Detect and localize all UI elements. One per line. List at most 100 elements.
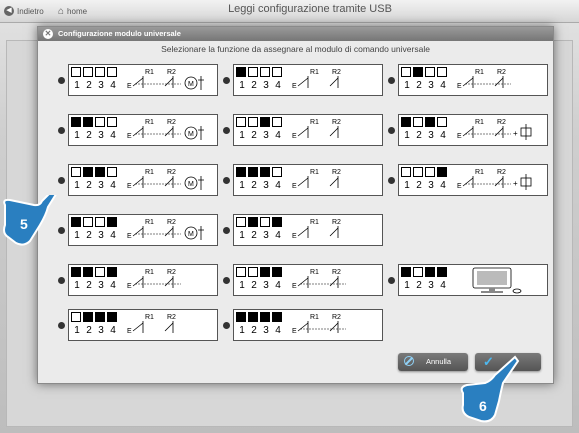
option-card[interactable]: 1 2 3 4 R1 R2 E [233,309,383,341]
switch-number: 1 [404,180,410,191]
dip-switch [107,167,117,177]
wiring-diagram-icon: R1 R2 E [127,314,176,335]
option-item[interactable]: 1 2 3 4 R1 R2 E + [388,114,548,146]
switch-number: 2 [86,325,92,336]
option-card[interactable]: 1 2 3 4 R1 R2 E [68,309,218,341]
switch-number: 2 [251,325,257,336]
switch-number: 3 [98,80,104,91]
radio-dot[interactable] [223,227,230,234]
option-item[interactable]: 1 2 3 4 R1 R2 E [223,114,383,146]
dip-switch [236,67,246,77]
back-button[interactable]: ◀ Indietro [4,4,44,18]
switch-number: 3 [263,280,269,291]
dip-switch [71,267,81,277]
option-item[interactable]: 1 2 3 4 R1 R2 E [223,64,383,96]
switch-number: 1 [74,130,80,141]
switch-number: 4 [440,180,446,191]
switch-number: 4 [275,230,281,241]
dip-switch [248,312,258,322]
switch-number: 4 [110,80,116,91]
switch-number: 1 [74,180,80,191]
radio-dot[interactable] [223,77,230,84]
option-item[interactable]: 1 2 3 4 R1 R2 E [223,214,383,246]
radio-dot[interactable] [388,77,395,84]
option-item[interactable]: 1234 [388,264,548,296]
dip-switch [260,67,270,77]
option-card[interactable]: 1 2 3 4 R1 R2 E [398,64,548,96]
dip-switch [248,167,258,177]
option-card[interactable]: 1 2 3 4 R1 R2 E [68,264,218,296]
switch-number: 3 [98,230,104,241]
switch-numbers: 1234 [236,280,284,291]
option-card[interactable]: 1 2 3 4 R1 R2 E M [68,164,218,196]
r2-label: R2 [332,69,341,76]
dip-switch [71,217,81,227]
option-card[interactable]: 1 2 3 4 R1 R2 E M [68,64,218,96]
home-icon: ⌂ [58,5,65,17]
switch-number: 3 [263,325,269,336]
svg-text:E: E [127,233,132,240]
radio-dot[interactable] [58,277,65,284]
switch-number: 3 [98,325,104,336]
switch-number: 4 [110,180,116,191]
option-item[interactable]: 1 2 3 4 R1 R2 E M [58,164,218,196]
switch-number: 2 [251,230,257,241]
option-card[interactable]: 1 2 3 4 R1 R2 E [233,264,383,296]
radio-dot[interactable] [223,322,230,329]
option-item[interactable]: 1 2 3 4 R1 R2 E [223,164,383,196]
r1-label: R1 [475,119,484,126]
switch-number: 2 [416,280,422,291]
wiring-diagram-icon: R1 R2 E [292,119,341,140]
top-bar: ◀ Indietro ⌂ home Leggi configurazione t… [0,0,579,23]
r1-label: R1 [310,219,319,226]
option-card[interactable]: 1 2 3 4 R1 R2 E [233,64,383,96]
dip-switch [83,312,93,322]
option-card[interactable]: 1 2 3 4 R1 R2 E + [398,114,548,146]
radio-dot[interactable] [223,277,230,284]
option-card[interactable]: 1 2 3 4 R1 R2 E M [68,114,218,146]
radio-dot[interactable] [58,322,65,329]
r1-label: R1 [310,269,319,276]
option-item[interactable]: 1 2 3 4 R1 R2 E [58,264,218,296]
option-item[interactable]: 1 2 3 4 R1 R2 E [223,264,383,296]
switch-number: 1 [239,325,245,336]
radio-dot[interactable] [58,127,65,134]
cancel-label: Annulla [426,357,452,366]
option-item[interactable]: 1 2 3 4 R1 R2 E + [388,164,548,196]
r1-label: R1 [475,69,484,76]
page-title: Leggi configurazione tramite USB [228,3,392,15]
wiring-diagram-icon: R1 R2 E [292,219,341,240]
option-card[interactable]: 1 2 3 4 R1 R2 E + [398,164,548,196]
option-card[interactable]: 1 2 3 4 R1 R2 E [233,214,383,246]
radio-dot[interactable] [58,177,65,184]
switch-number: 3 [98,280,104,291]
radio-dot[interactable] [388,127,395,134]
radio-dot[interactable] [388,277,395,284]
switch-number: 1 [404,130,410,141]
option-item[interactable]: 1 2 3 4 R1 R2 E [58,309,218,341]
option-card[interactable]: 1 2 3 4 R1 R2 E M [68,214,218,246]
option-item[interactable]: 1 2 3 4 R1 R2 E [388,64,548,96]
close-icon[interactable]: ✕ [43,29,53,39]
switch-numbers: 1234 [401,280,449,291]
svg-text:M: M [188,81,194,88]
svg-text:E: E [292,183,297,190]
r2-label: R2 [332,169,341,176]
switch-number: 2 [251,180,257,191]
option-item[interactable]: 1 2 3 4 R1 R2 E [223,309,383,341]
option-item[interactable]: 1 2 3 4 R1 R2 E M [58,114,218,146]
radio-dot[interactable] [388,177,395,184]
switch-number: 4 [110,325,116,336]
radio-dot[interactable] [223,127,230,134]
option-card[interactable]: 1 2 3 4 R1 R2 E [233,114,383,146]
option-card[interactable]: 1 2 3 4 R1 R2 E [233,164,383,196]
radio-dot[interactable] [58,77,65,84]
wiring-diagram-icon [472,267,522,294]
radio-dot[interactable] [223,177,230,184]
option-item[interactable]: 1 2 3 4 R1 R2 E M [58,214,218,246]
home-button[interactable]: ⌂ home [58,4,87,18]
option-card[interactable]: 1234 [398,264,548,296]
switch-number: 1 [74,280,80,291]
dialog-title: Configurazione modulo universale [58,29,181,38]
option-item[interactable]: 1 2 3 4 R1 R2 E M [58,64,218,96]
